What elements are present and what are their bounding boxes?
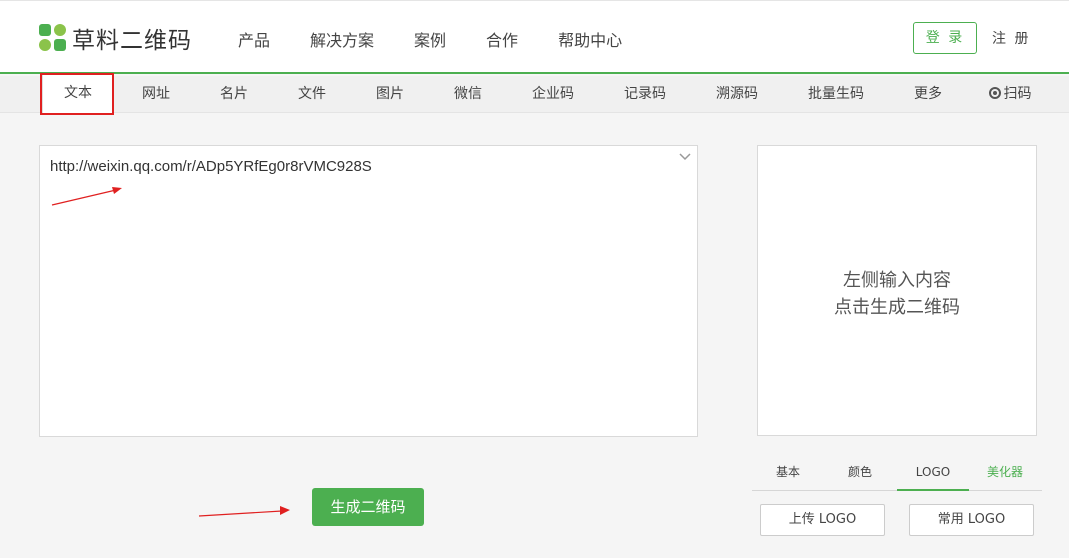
tab-beautifier[interactable]: 美化器 <box>969 458 1041 491</box>
preview-hint-line1: 左侧输入内容 <box>843 270 951 291</box>
tab-image[interactable]: 图片 <box>360 76 420 113</box>
annotation-highlight-box <box>40 73 114 115</box>
nav-item-products[interactable]: 产品 <box>238 27 270 51</box>
nav-item-cooperation[interactable]: 合作 <box>486 27 518 51</box>
main-nav: 产品 解决方案 案例 合作 帮助中心 <box>238 27 662 51</box>
tab-enterprise-code[interactable]: 企业码 <box>523 76 583 113</box>
scan-icon <box>988 87 1001 99</box>
preview-hint-line2: 点击生成二维码 <box>834 297 960 318</box>
qr-preview-panel: 左侧输入内容 点击生成二维码 <box>757 145 1037 436</box>
tab-batch-generate[interactable]: 批量生码 <box>801 76 871 113</box>
logo[interactable]: 草料二维码 <box>39 24 192 54</box>
content-editor[interactable]: http://weixin.qq.com/r/ADp5YRfEg0r8rVMC9… <box>39 145 698 437</box>
top-header: 草料二维码 产品 解决方案 案例 合作 帮助中心 登 录 注 册 <box>0 0 1069 74</box>
logo-icon <box>39 24 67 52</box>
upload-logo-button[interactable]: 上传 LOGO <box>760 504 885 536</box>
tab-scan[interactable]: 扫码 <box>980 76 1040 113</box>
top-border <box>0 0 1069 1</box>
style-options-tabs: 基本 颜色 LOGO 美化器 <box>752 458 1042 491</box>
tab-more[interactable]: 更多 <box>903 76 953 113</box>
generate-qr-button[interactable]: 生成二维码 <box>312 488 424 526</box>
tab-file[interactable]: 文件 <box>282 76 342 113</box>
tab-trace-code[interactable]: 溯源码 <box>707 76 767 113</box>
tab-basic[interactable]: 基本 <box>752 458 824 491</box>
tab-url[interactable]: 网址 <box>126 76 186 113</box>
register-link[interactable]: 注 册 <box>992 28 1030 48</box>
tab-color[interactable]: 颜色 <box>824 458 896 491</box>
annotation-arrow-icon <box>51 187 122 206</box>
qr-type-tabbar: 文本 网址 名片 文件 图片 微信 企业码 记录码 溯源码 批量生码 更多 扫码 <box>0 73 1069 113</box>
nav-item-cases[interactable]: 案例 <box>414 27 446 51</box>
chevron-down-icon[interactable] <box>679 152 691 162</box>
nav-item-help[interactable]: 帮助中心 <box>558 27 622 51</box>
tab-business-card[interactable]: 名片 <box>204 76 264 113</box>
tab-wechat[interactable]: 微信 <box>438 76 498 113</box>
nav-item-solutions[interactable]: 解决方案 <box>310 27 374 51</box>
logo-text: 草料二维码 <box>72 28 192 54</box>
login-button[interactable]: 登 录 <box>913 22 977 54</box>
tab-logo[interactable]: LOGO <box>897 458 969 491</box>
editor-content[interactable]: http://weixin.qq.com/r/ADp5YRfEg0r8rVMC9… <box>50 158 372 175</box>
tab-scan-label: 扫码 <box>1003 86 1032 102</box>
annotation-arrow-icon <box>198 506 290 517</box>
tab-record-code[interactable]: 记录码 <box>615 76 675 113</box>
common-logo-button[interactable]: 常用 LOGO <box>909 504 1034 536</box>
